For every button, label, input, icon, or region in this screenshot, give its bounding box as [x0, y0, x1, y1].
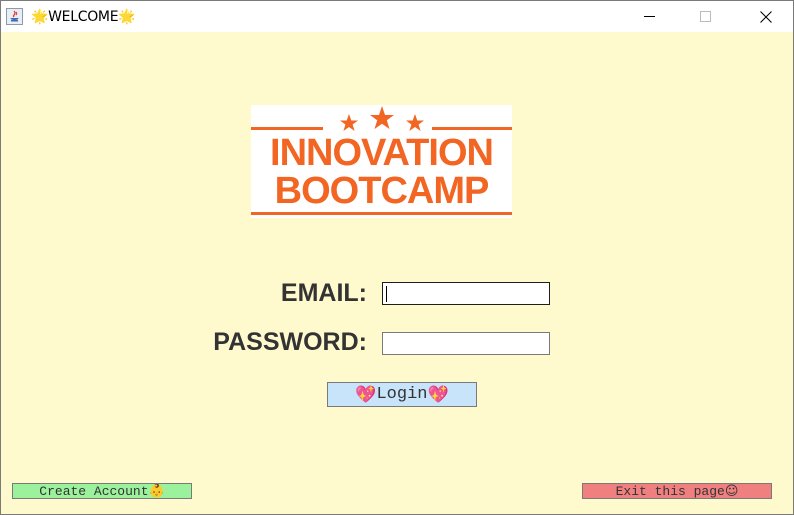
- star-icon: 🌟: [118, 9, 136, 25]
- heart-icon: 💖: [355, 384, 377, 405]
- password-field[interactable]: [382, 332, 550, 355]
- java-icon[interactable]: [6, 8, 23, 25]
- close-icon: [760, 10, 772, 23]
- login-button[interactable]: 💖 Login 💖: [327, 382, 477, 407]
- maximize-button[interactable]: [683, 1, 729, 32]
- minimize-icon: [644, 15, 655, 17]
- baby-icon: 👶: [148, 484, 165, 499]
- star-icon: 🌟: [31, 9, 49, 25]
- logo-rule-left: [251, 127, 323, 130]
- innovation-bootcamp-logo: INNOVATION BOOTCAMP: [251, 105, 512, 218]
- create-account-label: Create Account: [39, 484, 149, 499]
- email-label: EMAIL:: [280, 279, 367, 307]
- exit-page-button[interactable]: Exit this page ☺: [582, 483, 772, 499]
- login-button-label: Login: [376, 385, 428, 404]
- logo-text-line1: INNOVATION: [270, 132, 494, 174]
- app-window: 🌟WELCOME🌟 INNOVATION BOOTCAMP EMAIL: PAS…: [0, 0, 794, 515]
- title-bar[interactable]: 🌟WELCOME🌟: [1, 1, 793, 32]
- logo-rule-bottom: [251, 212, 512, 215]
- password-label: PASSWORD:: [213, 328, 367, 356]
- email-field[interactable]: [382, 282, 550, 305]
- maximize-icon: [700, 10, 711, 22]
- smiley-icon: ☺: [724, 484, 739, 499]
- text-caret: [386, 286, 387, 302]
- create-account-button[interactable]: Create Account 👶: [12, 483, 192, 499]
- close-button[interactable]: [743, 1, 789, 32]
- heart-icon: 💖: [427, 384, 449, 405]
- logo-rule-right: [432, 127, 512, 130]
- window-title: 🌟WELCOME🌟: [31, 9, 136, 25]
- minimize-button[interactable]: [627, 1, 673, 32]
- logo-text-line2: BOOTCAMP: [274, 170, 490, 212]
- exit-page-label: Exit this page: [615, 484, 725, 499]
- main-panel: INNOVATION BOOTCAMP EMAIL: PASSWORD: 💖 Lo…: [1, 32, 793, 514]
- window-title-text: WELCOME: [48, 9, 119, 25]
